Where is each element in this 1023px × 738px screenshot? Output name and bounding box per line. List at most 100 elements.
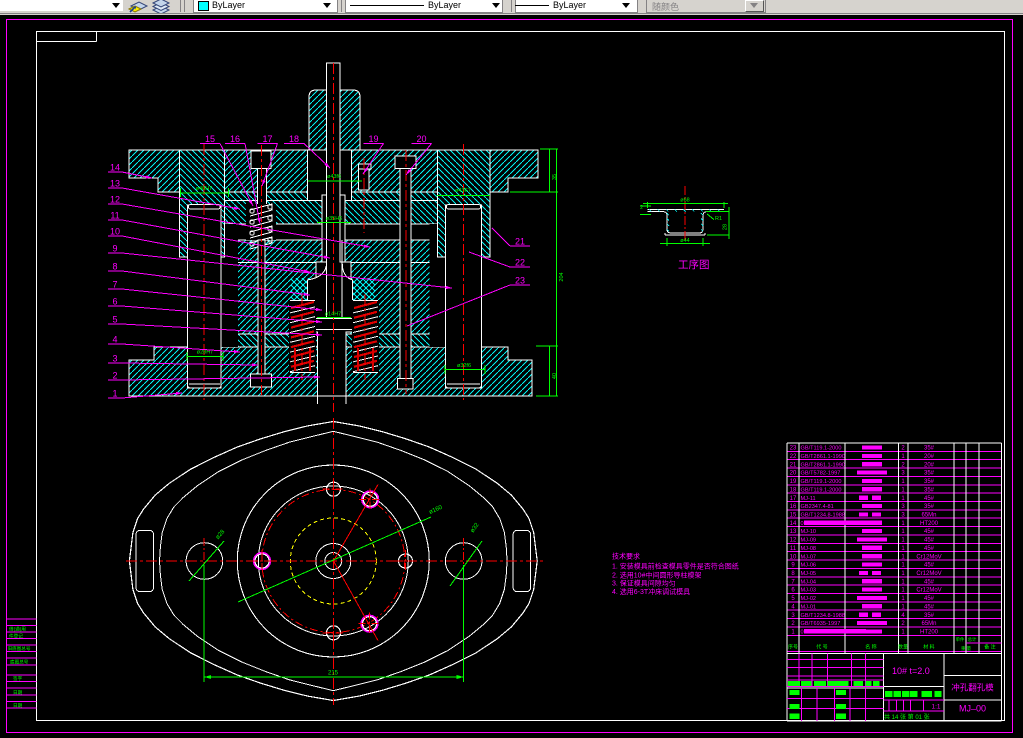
svg-text:Cr12MoV: Cr12MoV bbox=[916, 554, 941, 560]
svg-text:1. 安装模具前检查模具零件是否符合图纸: 1. 安装模具前检查模具零件是否符合图纸 bbox=[612, 562, 739, 571]
svg-text:ø40H7: ø40H7 bbox=[196, 186, 213, 192]
svg-text:22: 22 bbox=[515, 258, 525, 268]
svg-text:GB/T2861.1-1990: GB/T2861.1-1990 bbox=[801, 462, 845, 468]
svg-text:1: 1 bbox=[112, 389, 117, 399]
svg-text:1: 1 bbox=[901, 546, 905, 552]
svg-text:20: 20 bbox=[416, 134, 426, 144]
svg-text:40: 40 bbox=[552, 373, 558, 379]
svg-text:21: 21 bbox=[515, 237, 525, 247]
svg-text:1: 1 bbox=[901, 521, 905, 527]
svg-text:18: 18 bbox=[289, 134, 299, 144]
svg-text:20: 20 bbox=[790, 471, 797, 477]
svg-text:GB/T6935-1997: GB/T6935-1997 bbox=[801, 621, 841, 627]
svg-text:3. 保证模具间隙均匀: 3. 保证模具间隙均匀 bbox=[612, 579, 676, 588]
svg-text:MJ-07: MJ-07 bbox=[801, 554, 817, 560]
svg-text:12: 12 bbox=[790, 538, 797, 544]
svg-text:11: 11 bbox=[790, 546, 797, 552]
svg-text:7: 7 bbox=[112, 280, 117, 290]
svg-text:35#: 35# bbox=[924, 479, 935, 485]
svg-text:ø28: ø28 bbox=[215, 529, 227, 541]
svg-text:1: 1 bbox=[901, 479, 905, 485]
svg-text:28: 28 bbox=[723, 224, 729, 230]
svg-text:4: 4 bbox=[112, 335, 117, 345]
svg-text:35#: 35# bbox=[924, 613, 935, 619]
svg-text:共 14 张 第 01 张: 共 14 张 第 01 张 bbox=[884, 713, 930, 721]
svg-text:1: 1 bbox=[901, 588, 905, 594]
svg-text:ø14H7: ø14H7 bbox=[325, 312, 342, 318]
svg-text:MJ-05: MJ-05 bbox=[801, 571, 817, 577]
svg-text:17: 17 bbox=[790, 496, 797, 502]
svg-text:MJ-09: MJ-09 bbox=[801, 538, 817, 544]
svg-text:GB/T1234.8-1988: GB/T1234.8-1988 bbox=[801, 512, 845, 518]
svg-text:序号: 序号 bbox=[788, 644, 798, 651]
svg-text:1:1: 1:1 bbox=[931, 704, 940, 711]
svg-text:MJ-10: MJ-10 bbox=[801, 529, 817, 535]
svg-text:Cr12MoV: Cr12MoV bbox=[916, 571, 941, 577]
svg-text:ø68: ø68 bbox=[680, 198, 689, 204]
svg-text:35#: 35# bbox=[924, 471, 935, 477]
svg-text:HT200: HT200 bbox=[920, 630, 939, 636]
svg-text:HT200: HT200 bbox=[920, 521, 939, 527]
svg-text:GB/T1234.8-1988: GB/T1234.8-1988 bbox=[801, 613, 845, 619]
svg-text:45#: 45# bbox=[924, 546, 935, 552]
svg-text:1: 1 bbox=[901, 596, 905, 602]
svg-text:9: 9 bbox=[112, 244, 117, 254]
svg-text:件登记: 件登记 bbox=[9, 632, 23, 639]
svg-text:1: 1 bbox=[901, 579, 905, 585]
svg-text:204: 204 bbox=[559, 272, 565, 281]
svg-text:总计: 总计 bbox=[968, 636, 977, 643]
svg-text:3: 3 bbox=[112, 354, 117, 364]
svg-text:1: 1 bbox=[901, 487, 905, 493]
svg-text:19: 19 bbox=[790, 479, 797, 485]
svg-text:代 号: 代 号 bbox=[816, 644, 827, 651]
svg-text:1: 1 bbox=[901, 529, 905, 535]
svg-text:45#: 45# bbox=[924, 604, 935, 610]
svg-text:10: 10 bbox=[110, 227, 120, 237]
svg-text:重 量: 重 量 bbox=[961, 645, 972, 652]
svg-text:ø43f6: ø43f6 bbox=[327, 174, 341, 180]
svg-text:GB/T5782-1997: GB/T5782-1997 bbox=[801, 471, 841, 477]
svg-text:GB/T119.1-2000: GB/T119.1-2000 bbox=[801, 479, 842, 485]
svg-text:借(通)用: 借(通)用 bbox=[9, 626, 26, 633]
svg-text:20#: 20# bbox=[924, 454, 935, 460]
svg-text:2: 2 bbox=[901, 621, 905, 627]
svg-text:1: 1 bbox=[901, 630, 905, 636]
svg-text:15: 15 bbox=[790, 512, 797, 518]
svg-text:单件: 单件 bbox=[956, 636, 965, 643]
svg-text:工序图: 工序图 bbox=[678, 258, 710, 271]
svg-text:16: 16 bbox=[230, 134, 240, 144]
svg-text:7: 7 bbox=[791, 579, 795, 585]
svg-text:MJ-03: MJ-03 bbox=[801, 588, 817, 594]
svg-text:2. 选用10#中间圆形导柱模架: 2. 选用10#中间圆形导柱模架 bbox=[612, 571, 701, 580]
svg-text:45#: 45# bbox=[924, 579, 935, 585]
svg-text:20#: 20# bbox=[924, 462, 935, 468]
svg-text:数量: 数量 bbox=[898, 644, 908, 651]
svg-text:35#: 35# bbox=[924, 487, 935, 493]
svg-text:ø35H6: ø35H6 bbox=[326, 216, 343, 222]
svg-text:MJ-04: MJ-04 bbox=[801, 579, 817, 585]
svg-text:10: 10 bbox=[790, 554, 797, 560]
svg-text:6: 6 bbox=[791, 588, 795, 594]
svg-text:65Mn: 65Mn bbox=[921, 621, 936, 627]
svg-text:1: 1 bbox=[791, 630, 795, 636]
svg-text:10# t=2.0: 10# t=2.0 bbox=[892, 666, 930, 676]
svg-text:215: 215 bbox=[328, 671, 339, 677]
svg-text:45#: 45# bbox=[924, 563, 935, 569]
svg-text:14: 14 bbox=[110, 163, 120, 173]
svg-text:0: 0 bbox=[801, 630, 804, 636]
svg-text:底图总号: 底图总号 bbox=[10, 659, 29, 666]
svg-text:ø160: ø160 bbox=[428, 505, 444, 516]
svg-text:MJ-06: MJ-06 bbox=[801, 563, 817, 569]
svg-text:18: 18 bbox=[790, 487, 797, 493]
svg-text:13: 13 bbox=[110, 179, 120, 189]
svg-text:材 料: 材 料 bbox=[923, 644, 934, 651]
svg-text:3: 3 bbox=[791, 613, 795, 619]
svg-text:19: 19 bbox=[368, 134, 378, 144]
svg-text:签字: 签字 bbox=[13, 675, 23, 681]
svg-text:技术要求: 技术要求 bbox=[612, 552, 640, 561]
svg-text:GB2347.4-81: GB2347.4-81 bbox=[801, 504, 834, 510]
svg-text:GB/T119.1-2000: GB/T119.1-2000 bbox=[801, 487, 842, 493]
svg-text:冲孔翻孔模: 冲孔翻孔模 bbox=[951, 683, 994, 693]
svg-text:21: 21 bbox=[790, 462, 797, 468]
svg-text:22: 22 bbox=[790, 454, 797, 460]
